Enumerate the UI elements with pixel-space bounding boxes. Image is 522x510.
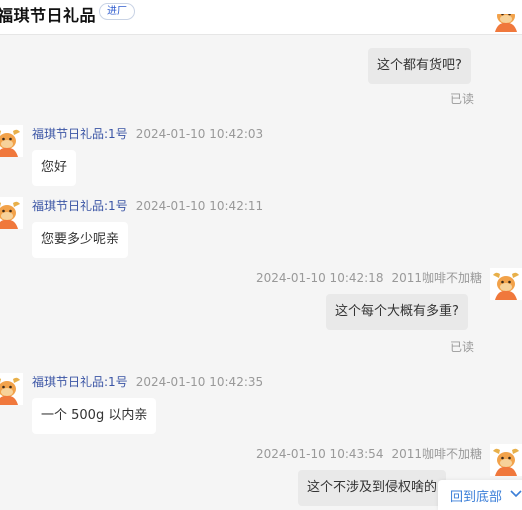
shop-avatar [0,197,23,229]
user-avatar [490,14,522,48]
message-time: 2024-01-10 10:42:35 [135,375,264,389]
message-time: 2024-01-10 10:42:18 [256,271,384,285]
sender-name: 福琪节日礼品:1号 [32,127,128,141]
message-time: 2024-01-10 10:42:11 [135,199,264,213]
user-avatar [490,268,522,300]
user-avatar [490,444,522,476]
sender-name: 2011咖啡不加糖 [391,271,482,285]
shop-avatar [0,373,23,405]
enter-shop-button[interactable]: 进厂 [99,3,135,20]
message-bubble: 这个不涉及到侵权啥的 [298,470,447,506]
message-time: 2024-01-10 10:42:03 [135,127,264,141]
chevron-down-icon [510,490,522,498]
sender-name: 福琪节日礼品:1号 [32,199,128,213]
message-meta: 福琪节日礼品:1号 2024-01-10 10:42:03 [32,125,263,142]
read-status: 已读 [450,340,475,354]
back-to-bottom-button[interactable]: 回到底部 [438,480,522,510]
shop-name: 福琪节日礼品 [0,6,97,25]
message-meta: 2024-01-10 10:42:18 2011咖啡不加糖 [256,269,482,286]
message-bubble: 您好 [32,150,77,186]
shop-avatar [0,125,23,157]
message-bubble: 这个每个大概有多重? [326,294,468,330]
message-bubble: 这个都有货吧? [368,48,471,84]
message-time: 2024-01-10 10:43:54 [256,447,384,461]
back-to-bottom-label: 回到底部 [450,490,503,505]
message-meta: 福琪节日礼品:1号 2024-01-10 10:42:11 [32,197,263,214]
chat-header: 福琪节日礼品 进厂 [0,0,522,35]
message-bubble: 一个 500g 以内亲 [32,398,157,434]
message-bubble: 您要多少呢亲 [32,222,129,258]
read-status: 已读 [450,92,475,106]
message-meta: 福琪节日礼品:1号 2024-01-10 10:42:35 [32,373,263,390]
sender-name: 2011咖啡不加糖 [391,447,482,461]
message-meta: 2024-01-10 10:43:54 2011咖啡不加糖 [256,445,482,462]
sender-name: 福琪节日礼品:1号 [32,375,128,389]
